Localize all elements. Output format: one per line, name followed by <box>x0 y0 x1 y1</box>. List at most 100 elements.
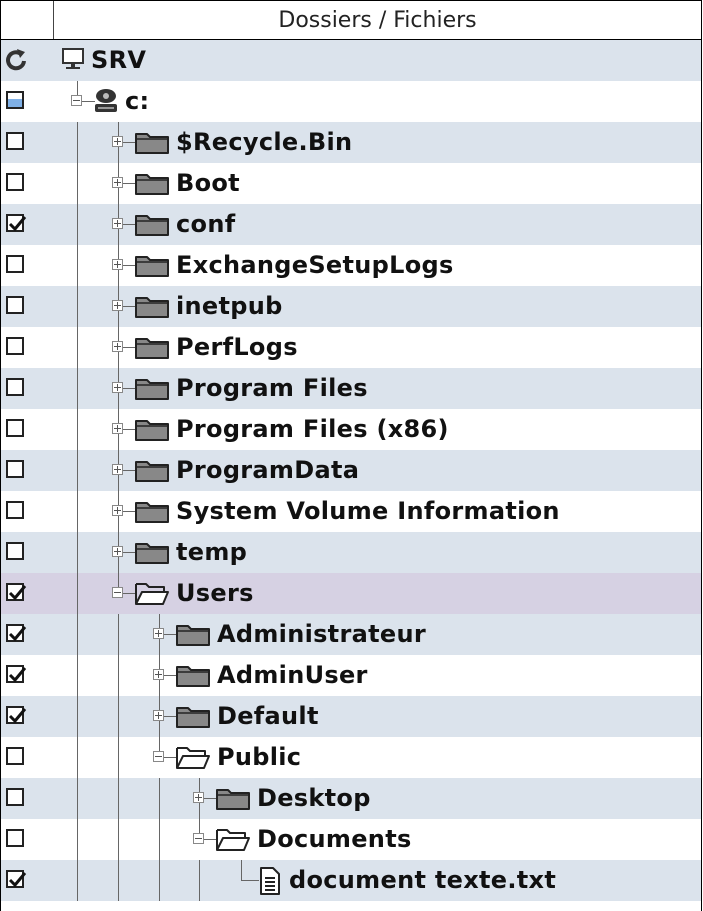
tree-row[interactable]: System Volume Information <box>1 491 701 532</box>
expand-toggle-icon[interactable] <box>112 423 123 434</box>
tree-row[interactable]: ExchangeSetupLogs <box>1 245 701 286</box>
tree-guide-line <box>199 860 200 901</box>
expand-toggle-icon[interactable] <box>112 341 123 352</box>
folder-icon <box>134 292 170 324</box>
checkbox[interactable] <box>6 747 24 765</box>
checkbox[interactable] <box>6 378 24 396</box>
tree-row[interactable]: ProgramData <box>1 450 701 491</box>
checkbox-checked[interactable] <box>6 870 27 888</box>
collapse-toggle-icon[interactable] <box>71 95 82 106</box>
tree-node-label[interactable]: SRV <box>91 40 146 81</box>
checkbox-checked[interactable] <box>6 665 27 683</box>
tree-node-label[interactable]: Program Files <box>176 368 368 409</box>
tree-guide-line <box>159 860 160 901</box>
tree-node-label[interactable]: Boot <box>176 163 240 204</box>
checkbox[interactable] <box>6 829 24 847</box>
expand-toggle-icon[interactable] <box>112 464 123 475</box>
collapse-toggle-icon[interactable] <box>112 587 123 598</box>
checkbox-partial[interactable] <box>6 91 24 109</box>
tree-guide-line <box>77 491 78 532</box>
expand-toggle-icon[interactable] <box>112 177 123 188</box>
tree-node-label[interactable]: Default <box>217 696 319 737</box>
expand-toggle-icon[interactable] <box>153 669 164 680</box>
expand-toggle-icon[interactable] <box>112 382 123 393</box>
expand-toggle-icon[interactable] <box>112 546 123 557</box>
tree-header: Dossiers / Fichiers <box>1 0 701 40</box>
tree-row[interactable]: Default <box>1 696 701 737</box>
tree-row[interactable]: Administrateur <box>1 614 701 655</box>
tree-node-label[interactable]: Administrateur <box>217 614 426 655</box>
checkbox-checked[interactable] <box>6 706 27 724</box>
expand-toggle-icon[interactable] <box>112 300 123 311</box>
checkbox[interactable] <box>6 296 24 314</box>
tree-node-label[interactable]: document texte.txt <box>289 860 556 901</box>
tree-node-label[interactable]: conf <box>176 204 235 245</box>
tree-node-label[interactable]: c: <box>125 81 149 122</box>
collapse-toggle-icon[interactable] <box>193 833 204 844</box>
tree-node-label[interactable]: Desktop <box>257 778 371 819</box>
expand-toggle-icon[interactable] <box>193 792 204 803</box>
tree-guide-line <box>77 819 78 860</box>
tree-row[interactable]: SRV <box>1 40 701 81</box>
expand-toggle-icon[interactable] <box>153 628 164 639</box>
tree-row[interactable]: Boot <box>1 163 701 204</box>
tree-row[interactable]: c: <box>1 81 701 122</box>
tree-row[interactable]: PerfLogs <box>1 327 701 368</box>
checkbox[interactable] <box>6 337 24 355</box>
checkbox[interactable] <box>6 542 24 560</box>
tree-row[interactable]: AdminUser <box>1 655 701 696</box>
tree-node-label[interactable]: ExchangeSetupLogs <box>176 245 454 286</box>
checkbox[interactable] <box>6 460 24 478</box>
tree-row[interactable]: Desktop <box>1 778 701 819</box>
tree-node-label[interactable]: PerfLogs <box>176 327 298 368</box>
tree-node-label[interactable]: AdminUser <box>217 655 368 696</box>
tree-row[interactable]: Program Files <box>1 368 701 409</box>
expand-toggle-icon[interactable] <box>112 136 123 147</box>
folder-icon <box>134 497 170 529</box>
expand-toggle-icon[interactable] <box>112 505 123 516</box>
tree-node-label[interactable]: $Recycle.Bin <box>176 122 352 163</box>
tree-node-label[interactable]: Documents <box>257 819 412 860</box>
tree-row[interactable]: Public <box>1 737 701 778</box>
tree-node-label[interactable]: Users <box>176 573 254 614</box>
tree-guide-line <box>77 737 78 778</box>
hard-drive-icon <box>93 87 119 119</box>
tree-node-label[interactable]: System Volume Information <box>176 491 560 532</box>
tree-guide-line <box>118 655 119 696</box>
header-title[interactable]: Dossiers / Fichiers <box>54 1 701 39</box>
tree-row[interactable]: Program Files (x86) <box>1 409 701 450</box>
tree-guide-line <box>118 778 119 819</box>
folder-icon <box>134 210 170 242</box>
checkbox[interactable] <box>6 132 24 150</box>
checkbox-checked[interactable] <box>6 624 27 642</box>
checkbox[interactable] <box>6 788 24 806</box>
tree-guide-line <box>77 409 78 450</box>
tree-row[interactable]: Documents <box>1 819 701 860</box>
tree-node-label[interactable]: Program Files (x86) <box>176 409 449 450</box>
tree-node-label[interactable]: temp <box>176 532 247 573</box>
checkbox-checked[interactable] <box>6 583 27 601</box>
checkbox[interactable] <box>6 419 24 437</box>
tree-row[interactable]: $Recycle.Bin <box>1 122 701 163</box>
tree-node-label[interactable]: Public <box>217 737 301 778</box>
checkbox[interactable] <box>6 255 24 273</box>
tree-row[interactable]: conf <box>1 204 701 245</box>
tree-guide-line <box>118 696 119 737</box>
header-check-column <box>1 1 54 39</box>
checkbox[interactable] <box>6 501 24 519</box>
tree-row[interactable]: inetpub <box>1 286 701 327</box>
expand-toggle-icon[interactable] <box>112 218 123 229</box>
tree-node-label[interactable]: inetpub <box>176 286 283 327</box>
folder-icon <box>134 456 170 488</box>
tree-row[interactable]: document texte.txt <box>1 860 701 901</box>
checkbox-checked[interactable] <box>6 214 27 232</box>
expand-toggle-icon[interactable] <box>112 259 123 270</box>
refresh-icon[interactable] <box>5 47 29 77</box>
expand-toggle-icon[interactable] <box>153 710 164 721</box>
checkbox[interactable] <box>6 173 24 191</box>
collapse-toggle-icon[interactable] <box>153 751 164 762</box>
tree-row[interactable]: Users <box>1 573 701 614</box>
tree-guide-line <box>118 737 119 778</box>
tree-row[interactable]: temp <box>1 532 701 573</box>
tree-node-label[interactable]: ProgramData <box>176 450 359 491</box>
